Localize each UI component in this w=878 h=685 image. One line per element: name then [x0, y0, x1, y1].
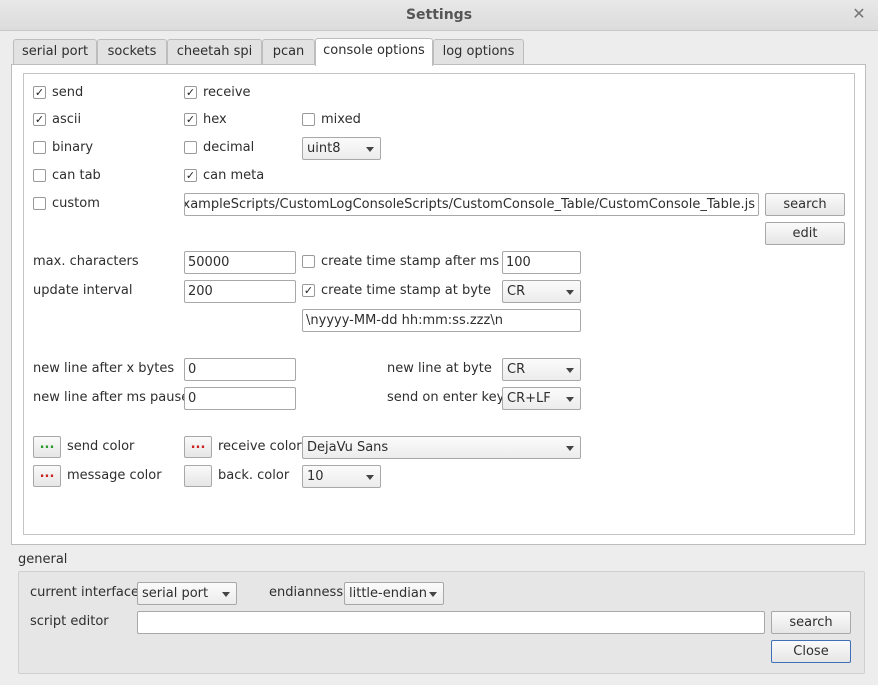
hex-checkbox[interactable]: ✓ — [184, 113, 197, 126]
timestamp-byte-value: CR — [507, 284, 526, 299]
binary-label: binary — [52, 140, 94, 155]
send-label: send — [52, 85, 84, 100]
new-line-pause-label: new line after ms pause — [33, 390, 190, 405]
send-on-enter-value: CR+LF — [507, 391, 551, 406]
update-interval-input[interactable]: 200 — [184, 280, 296, 303]
chevron-down-icon — [429, 592, 437, 597]
endianness-select[interactable]: little-endian — [344, 582, 444, 605]
chevron-down-icon — [366, 475, 374, 480]
tab-console-options[interactable]: console options — [315, 38, 433, 66]
font-select[interactable]: DejaVu Sans — [302, 436, 581, 459]
new-line-at-byte-label: new line at byte — [387, 361, 492, 376]
tab-cheetah-spi[interactable]: cheetah spi — [167, 39, 262, 64]
new-line-at-byte-value: CR — [507, 362, 526, 377]
max-characters-label: max. characters — [33, 254, 139, 269]
console-options-frame — [23, 73, 855, 535]
message-color-label: message color — [67, 468, 162, 483]
send-checkbox[interactable]: ✓ — [33, 86, 46, 99]
chevron-down-icon — [566, 446, 574, 451]
general-group-title: general — [18, 552, 68, 567]
custom-edit-button[interactable]: edit — [765, 222, 845, 245]
script-editor-label: script editor — [30, 614, 109, 629]
decimal-checkbox[interactable] — [184, 141, 197, 154]
new-line-bytes-label: new line after x bytes — [33, 361, 175, 376]
endianness-value: little-endian — [349, 586, 428, 601]
receive-color-button[interactable]: ... — [184, 436, 212, 458]
timestamp-at-byte-label: create time stamp at byte — [321, 283, 492, 298]
timestamp-after-ms-label: create time stamp after ms — [321, 254, 500, 269]
new-line-bytes-input[interactable]: 0 — [184, 358, 296, 381]
new-line-at-byte-select[interactable]: CR — [502, 358, 581, 381]
send-color-label: send color — [67, 439, 135, 454]
chevron-down-icon — [566, 368, 574, 373]
can-meta-label: can meta — [203, 168, 265, 183]
timestamp-format-input[interactable]: \nyyyy-MM-dd hh:mm:ss.zzz\n — [302, 309, 581, 332]
decimal-type-value: uint8 — [307, 141, 341, 156]
custom-label: custom — [52, 196, 100, 211]
tab-serial-port[interactable]: serial port — [13, 39, 97, 64]
font-size-value: 10 — [307, 469, 324, 484]
chevron-down-icon — [222, 592, 230, 597]
hex-label: hex — [203, 112, 227, 127]
receive-color-label: receive color — [218, 439, 302, 454]
current-interface-select[interactable]: serial port — [137, 582, 237, 605]
can-tab-checkbox[interactable] — [33, 169, 46, 182]
send-on-enter-label: send on enter key — [387, 390, 505, 405]
message-color-button[interactable]: ... — [33, 465, 61, 487]
tab-sockets[interactable]: sockets — [97, 39, 167, 64]
current-interface-value: serial port — [142, 586, 209, 601]
back-color-button[interactable] — [184, 465, 212, 487]
can-meta-checkbox[interactable]: ✓ — [184, 169, 197, 182]
custom-search-button[interactable]: search — [765, 193, 845, 216]
mixed-checkbox[interactable] — [302, 113, 315, 126]
receive-label: receive — [203, 85, 251, 100]
ascii-checkbox[interactable]: ✓ — [33, 113, 46, 126]
decimal-label: decimal — [203, 140, 255, 155]
receive-checkbox[interactable]: ✓ — [184, 86, 197, 99]
tab-pcan[interactable]: pcan — [262, 39, 315, 64]
script-editor-search-button[interactable]: search — [771, 611, 851, 634]
can-tab-label: can tab — [52, 168, 101, 183]
chevron-down-icon — [566, 397, 574, 402]
update-interval-label: update interval — [33, 283, 133, 298]
max-characters-input[interactable]: 50000 — [184, 251, 296, 274]
timestamp-after-ms-input[interactable]: 100 — [502, 251, 581, 274]
window-title: Settings — [405, 7, 473, 23]
close-icon[interactable]: ✕ — [849, 4, 869, 24]
chevron-down-icon — [566, 290, 574, 295]
script-editor-input[interactable] — [137, 611, 765, 634]
tab-log-options[interactable]: log options — [433, 39, 524, 64]
send-color-button[interactable]: ... — [33, 436, 61, 458]
endianness-label: endianness — [269, 585, 344, 600]
back-color-label: back. color — [218, 468, 290, 483]
mixed-label: mixed — [321, 112, 361, 127]
font-value: DejaVu Sans — [307, 440, 389, 455]
timestamp-after-ms-checkbox[interactable] — [302, 255, 315, 268]
ascii-label: ascii — [52, 112, 82, 127]
binary-checkbox[interactable] — [33, 141, 46, 154]
decimal-type-select[interactable]: uint8 — [302, 137, 381, 160]
close-button[interactable]: Close — [771, 640, 851, 663]
custom-script-path-value: 4_bit/exampleScripts/CustomLogConsoleScr… — [184, 197, 755, 212]
custom-script-path-input[interactable]: 4_bit/exampleScripts/CustomLogConsoleScr… — [184, 193, 759, 216]
custom-checkbox[interactable] — [33, 197, 46, 210]
timestamp-byte-select[interactable]: CR — [502, 280, 581, 303]
current-interface-label: current interface — [30, 585, 140, 600]
chevron-down-icon — [366, 147, 374, 152]
new-line-pause-input[interactable]: 0 — [184, 387, 296, 410]
font-size-select[interactable]: 10 — [302, 465, 381, 488]
send-on-enter-select[interactable]: CR+LF — [502, 387, 581, 410]
timestamp-at-byte-checkbox[interactable]: ✓ — [302, 284, 315, 297]
